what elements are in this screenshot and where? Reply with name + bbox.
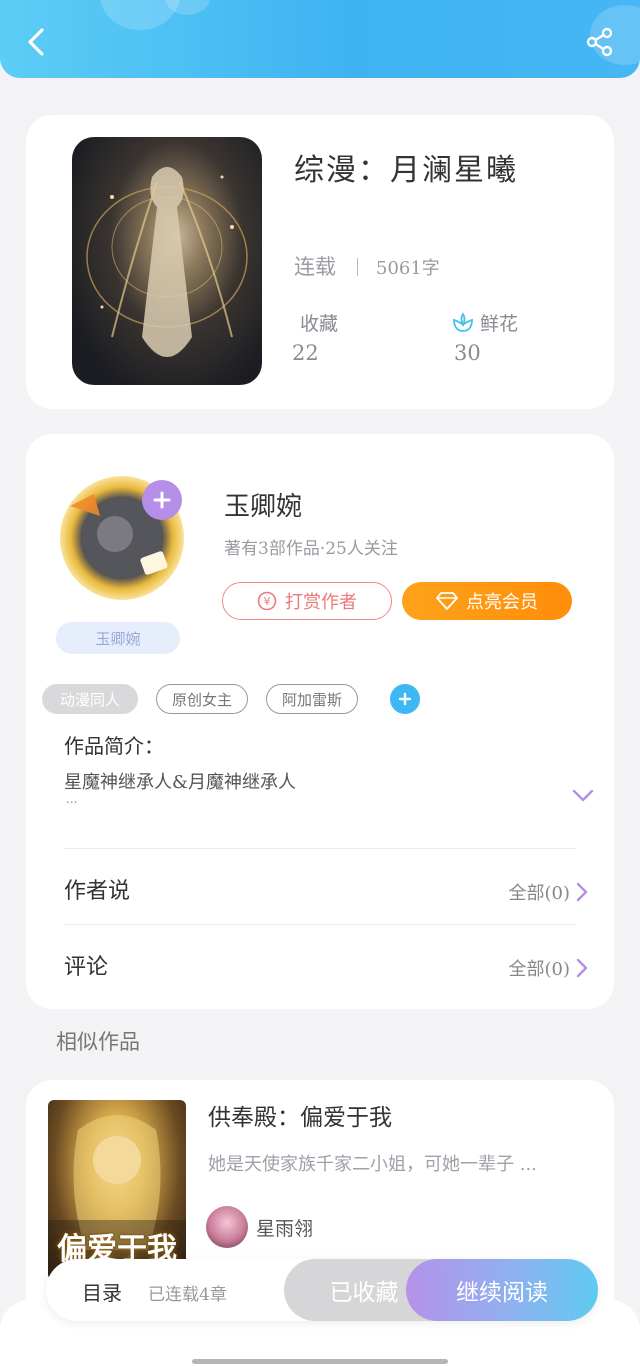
home-indicator — [192, 1359, 448, 1364]
reward-author-button[interactable]: ¥ 打赏作者 — [222, 582, 392, 620]
comments-count: 全部(0) — [508, 959, 571, 980]
author-says-count: 全部(0) — [508, 883, 571, 904]
follow-author-button[interactable] — [142, 480, 182, 520]
intro-ellipsis: ... — [66, 792, 78, 806]
comments-row[interactable]: 评论 全部(0) — [26, 925, 614, 1001]
favorites-label: 收藏 — [300, 313, 339, 335]
tag-item[interactable]: 动漫同人 — [42, 684, 138, 714]
similar-book-title: 供奉殿：偏爱于我 — [208, 1105, 392, 1131]
toc-button[interactable]: 目录 — [82, 1277, 122, 1306]
comments-all[interactable]: 全部(0) — [509, 955, 589, 981]
plus-icon — [398, 692, 412, 706]
author-says-label: 作者说 — [64, 879, 131, 904]
chevron-down-icon — [572, 789, 594, 802]
intro-label: 作品简介： — [64, 734, 164, 758]
similar-heading: 相似作品 — [56, 1030, 140, 1054]
author-name[interactable]: 玉卿婉 — [224, 486, 302, 523]
activate-vip-label: 点亮会员 — [466, 592, 538, 613]
similar-book-cover[interactable]: 偏爱于我 — [48, 1100, 186, 1280]
activate-vip-button[interactable]: 点亮会员 — [402, 582, 572, 620]
author-says-all[interactable]: 全部(0) — [509, 879, 589, 905]
chevron-right-icon — [576, 958, 588, 978]
author-badge: 玉卿婉 — [56, 622, 180, 654]
bottom-action-bar: 目录 已连载4章 已收藏 继续阅读 — [46, 1259, 598, 1321]
tag-item[interactable]: 阿加雷斯 — [266, 684, 358, 714]
author-meta: 著有3部作品·25人关注 — [224, 539, 398, 559]
intro-text: 星魔神继承人&月魔神继承人 — [64, 772, 297, 793]
similar-book-desc: 她是天使家族千家二小姐，可她一辈子 ... — [208, 1154, 537, 1175]
diamond-icon — [436, 592, 458, 610]
yen-coin-icon: ¥ — [257, 591, 277, 611]
similar-author-name: 星雨翎 — [256, 1218, 314, 1240]
flowers-label: 鲜花 — [480, 313, 519, 335]
book-title: 综漫：月澜星曦 — [294, 153, 518, 188]
tag-item[interactable]: 原创女主 — [156, 684, 248, 714]
author-details-card: 玉卿婉 玉卿婉 著有3部作品·25人关注 ¥ 打赏作者 点亮会员 动漫同人 原创… — [26, 434, 614, 1009]
plus-icon — [153, 491, 171, 509]
flowers-value: 30 — [454, 341, 481, 365]
flower-icon — [453, 311, 473, 332]
author-says-row[interactable]: 作者说 全部(0) — [26, 849, 614, 925]
share-icon — [586, 27, 613, 57]
continue-reading-button[interactable]: 继续阅读 — [406, 1259, 598, 1321]
similar-author-avatar[interactable] — [206, 1206, 248, 1248]
top-header — [0, 0, 640, 78]
flowers-stat[interactable]: 鲜花 — [452, 309, 518, 336]
chapter-count: 已连载4章 — [148, 1285, 227, 1305]
comments-label: 评论 — [64, 955, 109, 980]
book-cover-image[interactable] — [72, 137, 262, 385]
expand-intro-button[interactable] — [572, 788, 594, 807]
status-divider — [357, 258, 358, 276]
word-count: 5061字 — [376, 258, 440, 279]
add-tag-button[interactable] — [390, 684, 420, 714]
favorites-value: 22 — [292, 341, 319, 365]
chevron-right-icon — [576, 882, 588, 902]
book-status: 连载 — [294, 255, 336, 279]
back-button[interactable] — [16, 22, 56, 62]
cover-illustration — [86, 167, 248, 357]
svg-text:¥: ¥ — [264, 595, 271, 608]
reward-author-label: 打赏作者 — [285, 592, 357, 613]
share-button[interactable] — [580, 22, 620, 62]
chevron-left-icon — [28, 28, 44, 56]
book-info-card: 综漫：月澜星曦 连载 5061字 收藏 22 鲜花 30 — [26, 115, 614, 409]
